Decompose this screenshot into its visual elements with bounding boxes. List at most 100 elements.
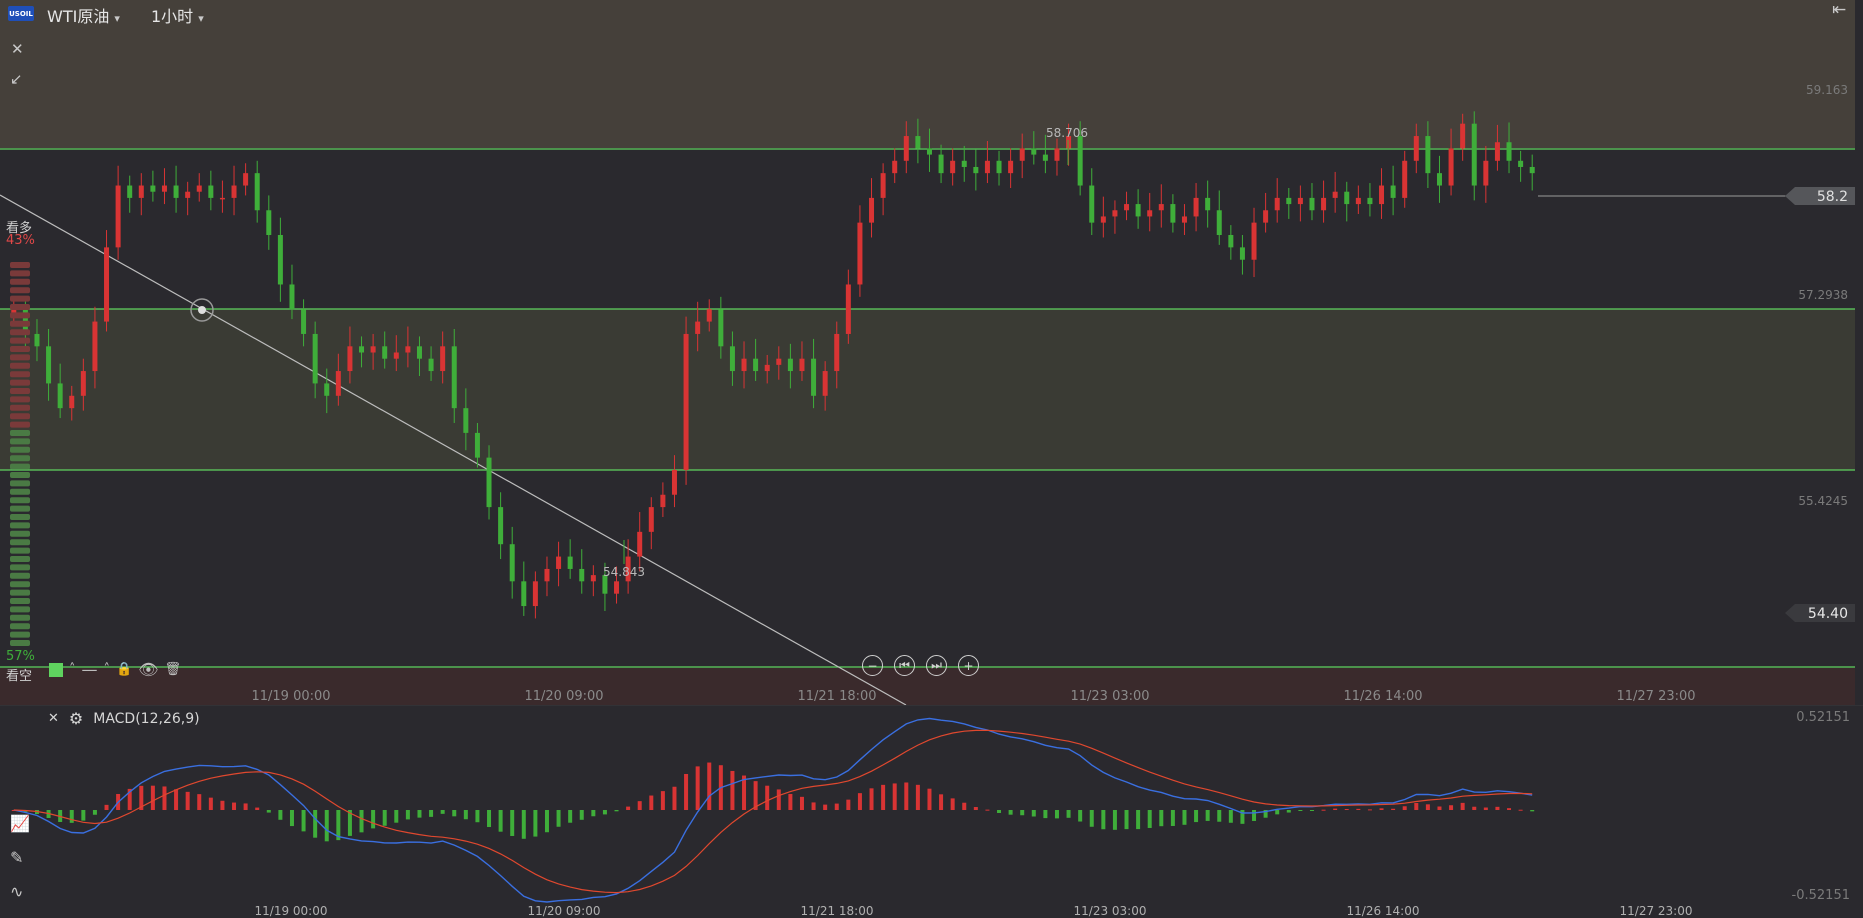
candle-body [1344, 191, 1350, 205]
collapse-panel-icon[interactable]: ⇤ [1832, 2, 1846, 19]
candle-body [1077, 136, 1083, 186]
symbol-selector[interactable]: WTI原油 ▾ [47, 3, 120, 27]
gear-icon[interactable]: ⚙ [69, 709, 83, 728]
candle-body [753, 358, 759, 372]
macd-time-label: 11/19 00:00 [255, 904, 328, 918]
macd-bar [313, 810, 318, 838]
candle-body [104, 247, 110, 322]
wave-icon[interactable]: ∿ [10, 880, 30, 904]
sentiment-segment [10, 614, 30, 621]
macd-bar [1483, 807, 1488, 810]
candle-body [1332, 191, 1338, 198]
sentiment-segment [10, 438, 30, 445]
candle-body [1100, 216, 1106, 223]
macd-bar [1275, 810, 1280, 815]
macd-bar [1321, 809, 1326, 811]
sentiment-segment [10, 606, 30, 613]
macd-bar [579, 810, 584, 820]
macd-bar [1066, 810, 1071, 818]
candle-body [1135, 204, 1141, 217]
left-toolbar: 📈 ✎ ∿ [10, 812, 30, 904]
candle-body [532, 581, 538, 607]
candle-body [57, 383, 63, 409]
macd-bar [1205, 810, 1210, 821]
chevron-up-icon[interactable]: ˄ [69, 662, 76, 677]
macd-bar [857, 793, 862, 810]
sentiment-segment [10, 581, 30, 588]
sentiment-segment [10, 640, 30, 646]
candle-body [811, 358, 817, 396]
macd-bar [1437, 806, 1442, 810]
candle-body [1506, 142, 1512, 161]
macd-bar [776, 789, 781, 810]
sentiment-segment [10, 304, 30, 310]
macd-bar [510, 810, 515, 836]
lock-icon[interactable]: 🔒 [116, 662, 132, 677]
chevron-down-icon: ▾ [198, 12, 204, 25]
sentiment-segment [10, 455, 30, 462]
close-icon[interactable]: ✕ [11, 42, 24, 57]
indicator-icon[interactable]: 📈 [10, 812, 30, 836]
sentiment-segment [10, 354, 30, 361]
macd-bar [1356, 808, 1361, 810]
minimize-icon[interactable]: ↙ [10, 72, 23, 87]
macd-bar [1530, 810, 1535, 812]
macd-bar [626, 806, 631, 810]
timeframe-selector[interactable]: 1小时 ▾ [151, 3, 204, 27]
price-chart[interactable]: 58.2 54.40 59.163 57.2938 55.4245 58.706… [0, 0, 1863, 705]
sentiment-segment [10, 379, 30, 386]
line-style-icon[interactable]: — [82, 660, 98, 679]
macd-bar [1495, 806, 1500, 810]
candle-body [463, 408, 469, 433]
trend-line-handle-dot [198, 306, 206, 314]
sentiment-segment [10, 362, 30, 369]
macd-bar [695, 766, 700, 810]
macd-bar [1170, 810, 1175, 826]
macd-bar [382, 810, 387, 826]
close-indicator-icon[interactable]: ✕ [48, 711, 59, 726]
macd-bar [1472, 806, 1477, 810]
scroll-end-button[interactable]: ⏭ [926, 655, 947, 676]
sentiment-segment [10, 262, 30, 268]
trash-icon[interactable]: 🗑 [165, 662, 182, 677]
macd-chart[interactable]: 0.52151 -0.52151 11/19 00:00 11/20 09:00… [0, 705, 1863, 918]
color-swatch[interactable] [49, 662, 63, 677]
candle-body [1471, 123, 1477, 186]
sentiment-segment [10, 446, 30, 453]
zoom-out-button[interactable]: − [862, 655, 883, 676]
price-axis-label: 57.2938 [1798, 288, 1848, 302]
candle-body [1216, 210, 1222, 235]
low-annotation: 54.843 [603, 565, 645, 579]
macd-bar [915, 784, 920, 810]
sentiment-segment [10, 623, 30, 630]
macd-bar [475, 810, 480, 823]
macd-bar [417, 810, 422, 818]
candle-body [1112, 210, 1118, 217]
macd-bar [405, 810, 410, 820]
sentiment-segment [10, 480, 30, 487]
draw-tool-icon[interactable]: ✎ [10, 846, 30, 870]
candle-body [1297, 197, 1303, 205]
macd-bar [487, 810, 492, 828]
macd-bar [556, 810, 561, 827]
zoom-in-button[interactable]: + [958, 655, 979, 676]
candle-body [648, 507, 654, 532]
macd-bar [684, 773, 689, 810]
macd-bar [324, 810, 329, 842]
candle-body [845, 284, 851, 334]
price-axis-label: 55.4245 [1798, 494, 1848, 508]
macd-bar [950, 798, 955, 810]
macd-bar [973, 807, 978, 810]
chevron-up-icon[interactable]: ˄ [104, 662, 111, 677]
candle-body [138, 185, 144, 198]
macd-bar [823, 804, 828, 810]
candle-body [1031, 148, 1037, 155]
candle-body [926, 148, 932, 155]
candle-body [347, 346, 353, 372]
macd-bar [1228, 810, 1233, 823]
eye-icon[interactable]: 👁 [138, 660, 158, 679]
time-axis-label: 11/23 03:00 [1070, 689, 1149, 704]
macd-bar [591, 810, 596, 817]
macd-bar [707, 762, 712, 810]
scroll-start-button[interactable]: ⏮ [894, 655, 915, 676]
